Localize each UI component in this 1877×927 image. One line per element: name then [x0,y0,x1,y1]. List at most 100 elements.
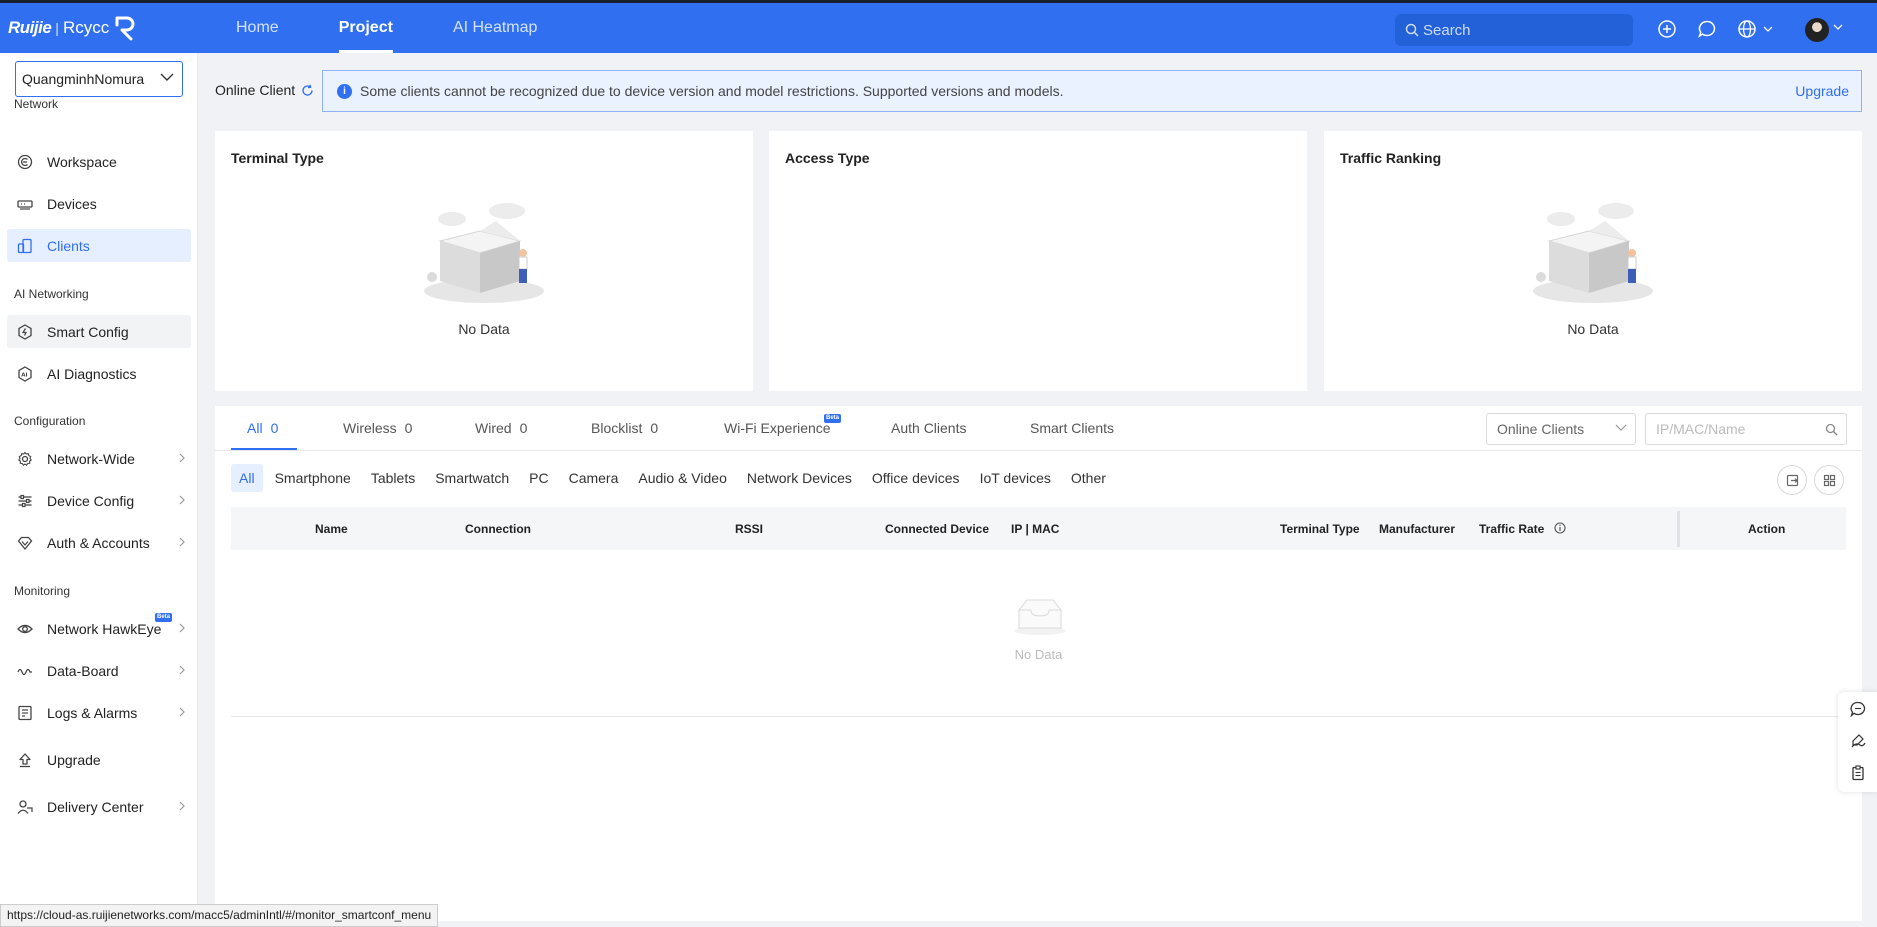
tab-label: Smart Clients [1030,420,1115,436]
plus-circle-icon[interactable] [1655,17,1679,41]
eye-icon [16,620,34,638]
nav-home[interactable]: Home [206,3,309,53]
tab-label: Wired [475,420,512,436]
online-client-label: Online Client [215,82,296,98]
sidebar-item-label: Logs & Alarms [47,704,138,721]
ai-diagnostics-icon: AI [16,365,34,383]
subtab-all[interactable]: All [231,464,263,492]
feedback-edit-icon[interactable] [1850,733,1866,749]
sidebar-item-network-wide[interactable]: Network-Wide [7,442,191,475]
avatar-chevron-down-icon[interactable] [1833,24,1843,30]
sidebar-item-network-hawkeye[interactable]: Network HawkEye Beta [7,612,191,645]
subtab-camera[interactable]: Camera [561,464,627,492]
sidebar-item-logs-alarms[interactable]: Logs & Alarms [7,696,191,729]
column-traffic-rate[interactable]: Traffic Rate [1479,522,1544,536]
sidebar-item-ai-diagnostics[interactable]: AI AI Diagnostics [7,357,191,390]
sidebar-item-delivery-center[interactable]: Delivery Center [7,790,191,823]
sidebar-item-auth-accounts[interactable]: Auth & Accounts [7,526,191,559]
tab-label: Wi-Fi Experience [724,420,831,436]
column-settings-button[interactable] [1814,465,1844,495]
sidebar-item-label: Upgrade [47,751,101,768]
tab-label: Blocklist [591,420,643,436]
table-bottom-border [231,716,1846,717]
column-terminal-type[interactable]: Terminal Type [1280,522,1360,536]
column-rssi[interactable]: RSSI [735,522,763,536]
subtab-smartwatch[interactable]: Smartwatch [427,464,517,492]
column-name[interactable]: Name [315,522,348,536]
workspace-icon [16,153,34,171]
access-type-card: Access Type [769,131,1307,391]
subtab-network-devices[interactable]: Network Devices [739,464,860,492]
subtab-tablets[interactable]: Tablets [363,464,423,492]
client-list-panel: All 0 Wireless 0 Wired 0 Blocklist 0 Wi-Fi E… [215,406,1862,921]
chat-icon[interactable] [1695,17,1719,41]
refresh-icon[interactable] [301,84,314,97]
subtab-pc[interactable]: PC [521,464,556,492]
column-ip-mac[interactable]: IP | MAC [1011,522,1059,536]
tab-blocklist[interactable]: Blocklist 0 [591,420,658,436]
tab-wireless[interactable]: Wireless 0 [343,420,412,436]
tab-wired[interactable]: Wired 0 [475,420,527,436]
tab-all[interactable]: All 0 [247,420,278,436]
column-manufacturer[interactable]: Manufacturer [1379,522,1455,536]
top-bar: Ruijie | Rcycc Home Project AI Heatmap S… [0,0,1877,53]
chevron-down-icon [1615,424,1627,431]
clipboard-icon[interactable] [1850,765,1866,781]
no-data-text: No Data [1567,321,1619,337]
user-avatar[interactable] [1805,18,1829,42]
section-monitoring: Monitoring [14,584,71,598]
ruijie-logo[interactable]: Ruijie | Rcycc [8,8,158,48]
sidebar-item-clients[interactable]: Clients [7,229,191,262]
terminal-type-filter: All Smartphone Tablets Smartwatch PC Cam… [231,464,1118,494]
notice-upgrade-link[interactable]: Upgrade [1795,83,1849,99]
shield-heart-icon [16,534,34,552]
nav-project[interactable]: Project [309,3,423,53]
search-icon [1405,23,1419,37]
subtab-office-devices[interactable]: Office devices [864,464,968,492]
smart-config-icon [16,323,34,341]
sidebar-item-workspace[interactable]: Workspace [7,145,191,178]
tab-smart-clients[interactable]: Smart Clients [1030,420,1114,436]
column-connected-device[interactable]: Connected Device [885,522,989,536]
tab-wifi-experience[interactable]: Wi-Fi Experience [724,420,831,436]
org-select[interactable]: QuangminhNomura [15,61,183,97]
column-connection[interactable]: Connection [465,522,531,536]
subtab-smartphone[interactable]: Smartphone [267,464,359,492]
sidebar-item-smart-config[interactable]: Smart Config [7,315,191,348]
subtab-other[interactable]: Other [1063,464,1114,492]
empty-inbox-icon [1014,599,1066,635]
info-icon: i [337,83,352,99]
sidebar-item-upgrade[interactable]: Upgrade [7,743,191,776]
table-header: Name Connection RSSI Connected Device IP… [231,507,1846,550]
sidebar-item-device-config[interactable]: Device Config [7,484,191,517]
subtab-audio-video[interactable]: Audio & Video [630,464,734,492]
tab-auth-clients[interactable]: Auth Clients [891,420,966,436]
client-search-input[interactable]: IP/MAC/Name [1645,413,1847,445]
subtab-iot-devices[interactable]: IoT devices [972,464,1059,492]
tab-count: 0 [519,420,528,436]
global-search-input[interactable]: Search [1395,14,1633,46]
chevron-down-icon[interactable] [1763,17,1773,41]
tab-label: Wireless [343,420,397,436]
globe-icon[interactable] [1735,17,1759,41]
sidebar-item-devices[interactable]: Devices [7,187,191,220]
chevron-right-icon [179,707,185,717]
chat-support-icon[interactable] [1850,701,1866,717]
log-icon [16,704,34,722]
sidebar-item-data-board[interactable]: Data-Board [7,654,191,687]
search-icon [1825,423,1838,436]
nav-ai-heatmap[interactable]: AI Heatmap [423,3,567,53]
tab-count: 0 [270,420,279,436]
client-status-select[interactable]: Online Clients [1486,413,1636,445]
terminal-type-card: Terminal Type No Data [215,131,753,391]
notice-text: Some clients cannot be recognized due to… [360,83,1064,99]
chevron-right-icon [179,495,185,505]
info-circle-icon[interactable] [1554,522,1566,534]
tab-count: 0 [650,420,659,436]
export-button[interactable] [1777,465,1807,495]
upload-arrow-icon [16,751,34,769]
table-empty-text: No Data [1014,647,1063,662]
chevron-right-icon [179,537,185,547]
export-icon [1786,474,1798,486]
tab-label: All [247,420,263,436]
